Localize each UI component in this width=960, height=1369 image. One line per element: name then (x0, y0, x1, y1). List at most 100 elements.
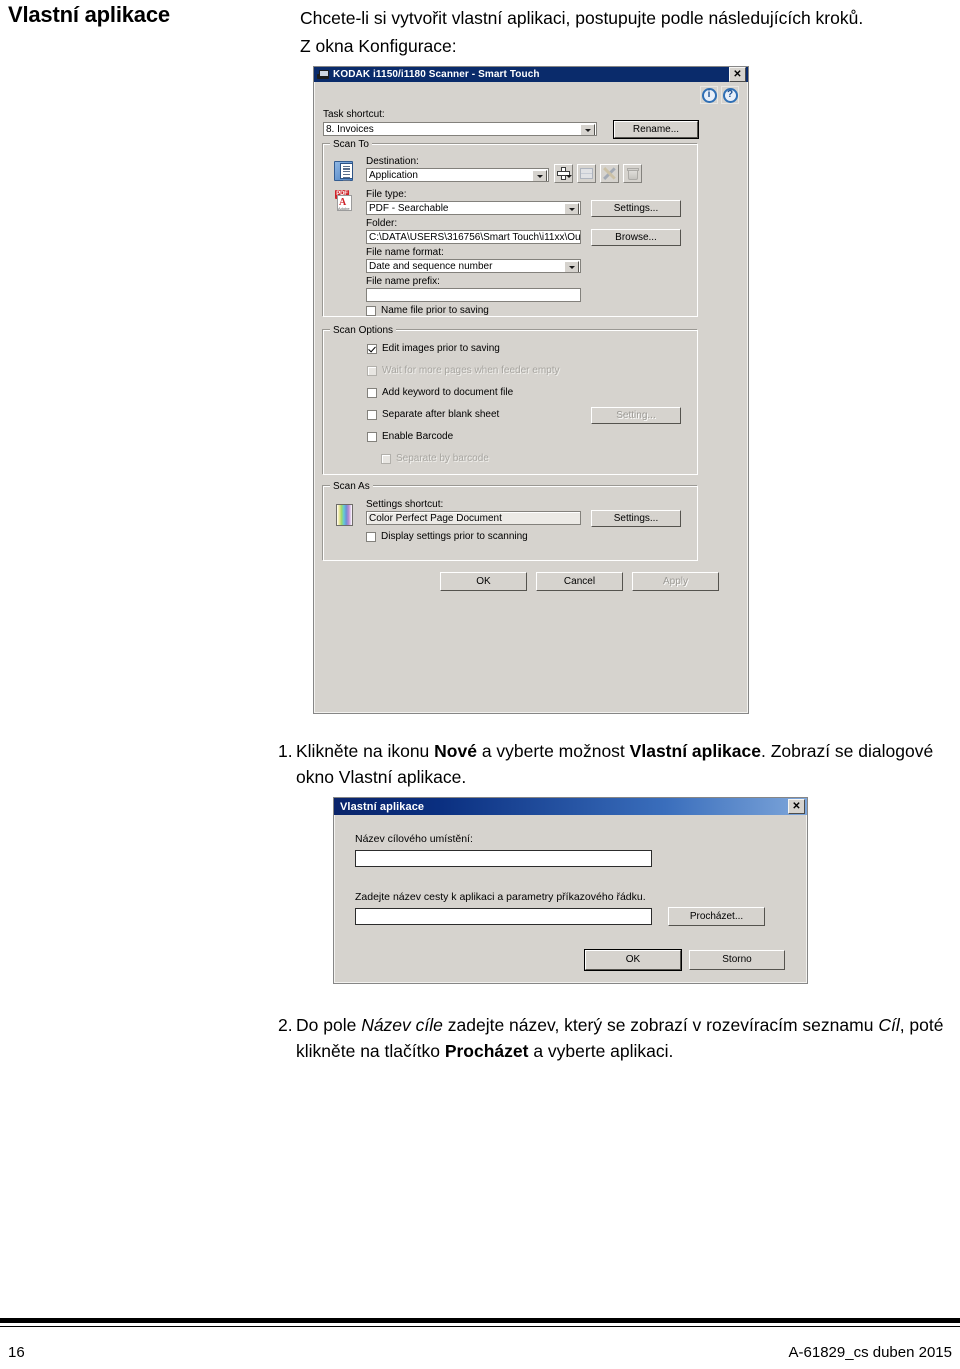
step-2-part-1: Název cíle (361, 1015, 443, 1035)
destination-value: Application (369, 170, 418, 181)
footer-document-id: A-61829_cs duben 2015 (788, 1344, 952, 1361)
intro-paragraph: Chcete-li si vytvořit vlastní aplikaci, … (300, 4, 960, 60)
step-2-part-2: zadejte název, který se zobrazí v rozeví… (442, 1015, 879, 1035)
step-2-number: 2. (278, 1015, 293, 1035)
scan-option-label-4: Enable Barcode (382, 431, 454, 442)
settings-shortcut-value: Color Perfect Page Document (369, 513, 502, 524)
close-icon[interactable]: ✕ (729, 67, 746, 82)
scan-option-row-4[interactable]: Enable Barcode (367, 431, 453, 442)
step-2-part-3: Cíl (878, 1015, 900, 1035)
new-plus-icon[interactable] (554, 164, 573, 183)
file-name-prefix-input[interactable] (366, 288, 581, 302)
scan-option-label-5: Separate by barcode (396, 453, 489, 464)
folder-input[interactable]: C:\DATA\USERS\316756\Smart Touch\i11xx\O… (366, 230, 581, 244)
ok-button[interactable]: OK (584, 949, 682, 971)
cancel-button[interactable]: Storno (689, 950, 785, 970)
rename-button[interactable]: Rename... (613, 120, 699, 139)
smart-touch-dialog: KODAK i1150/i1180 Scanner - Smart Touch … (313, 66, 749, 714)
edit-images-checkbox[interactable] (367, 343, 377, 354)
command-path-label: Zadejte název cesty k aplikaci a paramet… (355, 891, 646, 903)
browse-button[interactable]: Browse... (591, 229, 681, 246)
custom-app-title-text: Vlastní aplikace (340, 800, 425, 813)
footer-divider-thin (0, 1326, 960, 1327)
display-settings-label: Display settings prior to scanning (381, 531, 528, 542)
chevron-down-icon[interactable] (564, 261, 579, 272)
step-2: 2. Do pole Název cíle zadejte název, kte… (278, 1012, 960, 1064)
scan-option-label-1: Wait for more pages when feeder empty (382, 365, 560, 376)
destination-toolbar (554, 164, 642, 183)
step-2-part-5: Procházet (444, 1041, 529, 1061)
wait-for-pages-checkbox (367, 365, 377, 376)
destination-select[interactable]: Application (366, 168, 549, 182)
destination-label: Destination: (366, 156, 419, 167)
footer-divider-thick (0, 1318, 960, 1323)
delete-icon[interactable] (623, 164, 642, 183)
chevron-down-icon[interactable] (564, 203, 579, 214)
page-title: Vlastní aplikace (8, 2, 170, 27)
cancel-button[interactable]: Cancel (536, 572, 623, 591)
step-1-part-2: a vyberte možnost (476, 741, 630, 761)
separate-setting-button: Setting... (591, 407, 681, 424)
scan-option-row-3[interactable]: Separate after blank sheet (367, 409, 499, 420)
separate-by-barcode-checkbox (381, 453, 391, 464)
intro-line-1: Chcete-li si vytvořit vlastní aplikaci, … (300, 8, 864, 28)
smart-touch-titlebar: KODAK i1150/i1180 Scanner - Smart Touch … (314, 67, 748, 82)
file-type-label: File type: (366, 189, 407, 200)
file-type-value: PDF - Searchable (369, 203, 449, 214)
scan-option-row-0[interactable]: Edit images prior to saving (367, 343, 500, 354)
enable-barcode-checkbox[interactable] (367, 431, 377, 442)
display-settings-row[interactable]: Display settings prior to scanning (366, 531, 528, 542)
color-profile-icon (336, 504, 353, 526)
settings-shortcut-input[interactable]: Color Perfect Page Document (366, 511, 581, 525)
step-1-text: Klikněte na ikonu Nové a vyberte možnost… (296, 738, 960, 790)
custom-app-titlebar: Vlastní aplikace ✕ (334, 798, 807, 815)
folder-value: C:\DATA\USERS\316756\Smart Touch\i11xx\O… (369, 232, 581, 243)
help-icon-group: i ? (700, 86, 739, 104)
apply-button: Apply (632, 572, 719, 591)
file-name-format-select[interactable]: Date and sequence number (366, 259, 581, 273)
step-2-part-0: Do pole (296, 1015, 362, 1035)
scan-options-group-label: Scan Options (330, 325, 397, 336)
file-name-format-label: File name format: (366, 247, 444, 258)
name-file-prior-checkbox-row[interactable]: Name file prior to saving (366, 305, 489, 316)
scan-as-group-label: Scan As (330, 481, 373, 492)
help-icon[interactable]: ? (721, 86, 739, 104)
copy-icon[interactable] (577, 164, 596, 183)
custom-app-body: Název cílového umístění: Zadejte název c… (334, 815, 807, 971)
scan-option-label-3: Separate after blank sheet (382, 409, 500, 420)
display-settings-checkbox[interactable] (366, 531, 376, 542)
name-file-prior-label: Name file prior to saving (381, 305, 489, 316)
add-keyword-checkbox[interactable] (367, 387, 377, 398)
pdf-icon: PDF A Adobe (334, 190, 356, 212)
separate-blank-sheet-checkbox[interactable] (367, 409, 377, 420)
folder-label: Folder: (366, 218, 398, 229)
file-name-prefix-label: File name prefix: (366, 276, 440, 287)
scan-option-row-2[interactable]: Add keyword to document file (367, 387, 513, 398)
task-shortcut-label: Task shortcut: (323, 109, 385, 120)
scanner-icon (317, 69, 329, 80)
info-icon[interactable]: i (700, 86, 718, 104)
file-type-select[interactable]: PDF - Searchable (366, 201, 581, 215)
command-path-input[interactable] (355, 908, 652, 925)
chevron-down-icon[interactable] (532, 170, 547, 181)
scan-as-settings-button[interactable]: Settings... (591, 510, 681, 527)
chevron-down-icon[interactable] (580, 124, 595, 135)
ok-button[interactable]: OK (440, 572, 527, 591)
smart-touch-body: i ? Task shortcut: 8. Invoices Rename...… (314, 82, 748, 591)
step-1: 1. Klikněte na ikonu Nové a vyberte možn… (278, 738, 960, 790)
browse-button[interactable]: Procházet... (668, 907, 765, 926)
destination-name-input[interactable] (355, 850, 652, 867)
step-2-part-6: a vyberte aplikaci. (528, 1041, 674, 1061)
tools-icon[interactable] (600, 164, 619, 183)
destination-icon (334, 160, 356, 182)
name-file-prior-checkbox[interactable] (366, 305, 376, 316)
scan-option-row-5: Separate by barcode (381, 453, 489, 464)
scan-option-label-0: Edit images prior to saving (382, 343, 500, 354)
smart-touch-title-text: KODAK i1150/i1180 Scanner - Smart Touch (333, 69, 540, 80)
task-shortcut-select[interactable]: 8. Invoices (323, 122, 597, 136)
file-name-format-value: Date and sequence number (369, 261, 493, 272)
close-icon[interactable]: ✕ (788, 799, 805, 814)
step-1-part-1: Nové (434, 741, 477, 761)
file-type-settings-button[interactable]: Settings... (591, 200, 681, 217)
custom-app-dialog: Vlastní aplikace ✕ Název cílového umístě… (333, 797, 808, 984)
